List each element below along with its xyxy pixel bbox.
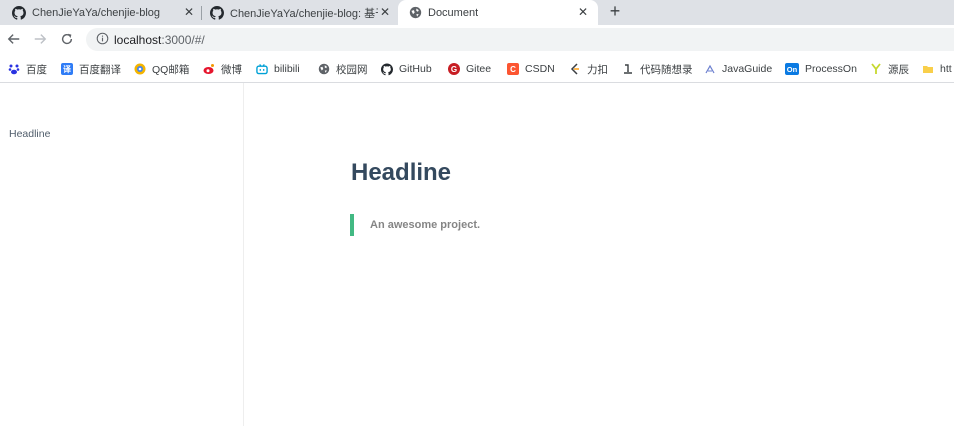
bookmark-label: 代码随想录 [640, 63, 693, 76]
bookmark-label: 百度 [26, 63, 47, 76]
new-tab-button[interactable]: + [606, 1, 624, 22]
bookmark-processon[interactable]: On ProcessOn [785, 61, 857, 77]
javaguide-icon [704, 63, 716, 75]
bookmark-label: ProcessOn [805, 63, 857, 75]
bookmark-bilibili[interactable]: bilibili [256, 61, 300, 77]
bookmark-label: GitHub [399, 63, 432, 75]
bookmark-label: JavaGuide [722, 63, 773, 75]
bookmark-github[interactable]: GitHub [381, 61, 432, 77]
back-icon[interactable] [6, 31, 22, 47]
bookmark-label: 百度翻译 [79, 63, 121, 76]
bookmark-label: 源辰 [888, 63, 909, 76]
bookmark-label: Gitee [466, 63, 492, 75]
csdn-icon: C [507, 63, 519, 75]
translate-icon: 译 [61, 63, 73, 75]
bookmark-yuanchen[interactable]: 源辰 [870, 61, 909, 77]
bookmark-baidu-translate[interactable]: 译 百度翻译 [61, 61, 121, 77]
gitee-icon: G [448, 63, 460, 75]
leetcode-icon [569, 63, 581, 75]
close-icon[interactable]: ✕ [380, 5, 390, 19]
bookmark-campus-network[interactable]: 校园网 [318, 61, 368, 77]
bookmark-label: bilibili [274, 63, 300, 75]
bookmark-weibo[interactable]: 微博 [203, 61, 242, 77]
blockquote-text: An awesome project. [370, 219, 481, 231]
bookmark-label: CSDN [525, 63, 555, 75]
bookmark-qqmail[interactable]: QQ邮箱 [134, 61, 189, 77]
tab-document[interactable]: Document ✕ [398, 0, 598, 25]
tab-chenjie-blog[interactable]: ChenJieYaYa/chenjie-blog ✕ [12, 0, 197, 25]
bilibili-icon [256, 63, 268, 75]
close-icon[interactable]: ✕ [184, 5, 194, 19]
bookmarks-bar: 百度 译 百度翻译 QQ邮箱 微博 bilibili 校园网 GitHub G [0, 57, 954, 81]
bookmark-baidu[interactable]: 百度 [8, 61, 47, 77]
url-path: :3000/#/ [161, 33, 205, 47]
baidu-icon [8, 63, 20, 75]
bookmark-label: htt [940, 63, 952, 75]
tab-title: ChenJieYaYa/chenjie-blog [32, 6, 161, 19]
address-bar[interactable]: localhost:3000/#/ [86, 28, 954, 51]
tab-separator [201, 6, 202, 20]
main-content: Headline An awesome project. [244, 83, 954, 426]
tab-title: ChenJieYaYa/chenjie-blog: 基于 [230, 7, 378, 20]
globe-icon [318, 63, 330, 75]
github-icon [12, 5, 26, 20]
forward-icon[interactable] [32, 31, 48, 47]
blockquote: An awesome project. [350, 214, 480, 236]
sidebar-item-headline[interactable]: Headline [9, 128, 50, 140]
globe-icon [408, 6, 422, 20]
yuanchen-icon [870, 63, 882, 75]
tab-chenjie-blog-repo[interactable]: ChenJieYaYa/chenjie-blog: 基于 ✕ [210, 0, 395, 25]
url-text: localhost:3000/#/ [114, 33, 205, 47]
bookmark-leetcode[interactable]: 力扣 [569, 61, 608, 77]
weibo-icon [203, 63, 215, 75]
github-icon [381, 63, 393, 75]
close-icon[interactable]: ✕ [578, 5, 588, 19]
reload-icon[interactable] [59, 31, 75, 47]
tab-strip: ChenJieYaYa/chenjie-blog ✕ ChenJieYaYa/c… [0, 0, 954, 25]
bookmark-gitee[interactable]: G Gitee [448, 61, 491, 77]
bookmark-label: QQ邮箱 [152, 63, 190, 76]
code-icon [622, 63, 634, 75]
bookmark-label: 微博 [221, 63, 242, 76]
url-host: localhost [114, 33, 162, 47]
bookmark-folder[interactable]: htt [922, 61, 952, 77]
sidebar: Headline [0, 83, 244, 426]
info-icon[interactable] [96, 32, 109, 50]
github-icon [210, 5, 224, 20]
folder-icon [922, 63, 934, 75]
bookmark-code-random-notes[interactable]: 代码随想录 [622, 61, 693, 77]
processon-icon: On [785, 63, 799, 75]
browser-toolbar: localhost:3000/#/ [0, 25, 954, 55]
bookmark-csdn[interactable]: C CSDN [507, 61, 555, 77]
bookmark-javaguide[interactable]: JavaGuide [704, 61, 772, 77]
tab-title: Document [428, 6, 479, 19]
bookmark-label: 力扣 [587, 63, 608, 76]
qqmail-icon [134, 63, 146, 75]
page-title: Headline [351, 159, 452, 186]
bookmark-label: 校园网 [336, 63, 368, 76]
